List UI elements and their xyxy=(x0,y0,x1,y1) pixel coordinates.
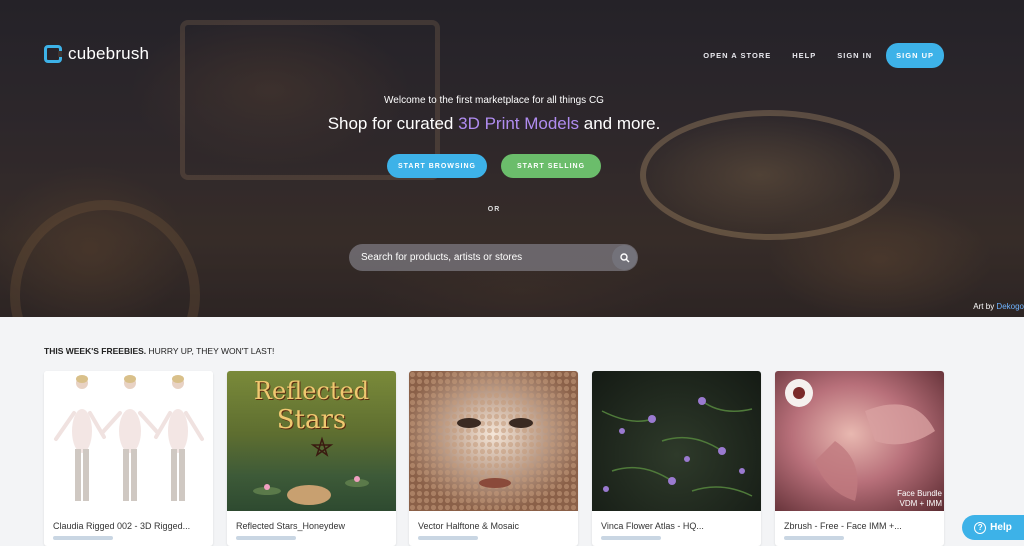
open-store-link[interactable]: OPEN A STORE xyxy=(703,51,771,60)
sign-in-link[interactable]: SIGN IN xyxy=(837,51,872,60)
headline-pre: Shop for curated xyxy=(327,114,459,133)
top-nav: OPEN A STORE HELP SIGN IN SIGN UP xyxy=(682,43,944,68)
product-author[interactable] xyxy=(236,536,296,540)
product-author[interactable] xyxy=(601,536,661,540)
credit-prefix: Art by xyxy=(973,302,997,311)
start-browsing-button[interactable]: START BROWSING xyxy=(387,154,487,178)
hero-headline: Shop for curated 3D Print Models and mor… xyxy=(0,114,988,134)
help-label: Help xyxy=(990,522,1012,533)
product-author[interactable] xyxy=(784,536,844,540)
product-thumbnail[interactable]: Reflected Stars xyxy=(227,371,396,511)
art-credit: Art by Dekogo xyxy=(973,302,1024,311)
product-card[interactable]: Face Bundle VDM + IMM Zbrush - Free - Fa… xyxy=(775,371,944,546)
credit-artist-link[interactable]: Dekogo xyxy=(996,302,1024,311)
product-thumbnail[interactable] xyxy=(409,371,578,511)
overlay-line2: VDM + IMM xyxy=(899,499,942,508)
or-divider: OR xyxy=(487,206,501,213)
brand-logo[interactable]: cubebrush xyxy=(44,44,149,64)
start-selling-button[interactable]: START SELLING xyxy=(501,154,601,178)
cube-logo-icon xyxy=(44,45,62,63)
search-icon xyxy=(619,252,629,262)
freebies-section: THIS WEEK'S FREEBIES. HURRY UP, THEY WON… xyxy=(0,317,1024,546)
search-input[interactable] xyxy=(349,244,609,271)
product-card[interactable]: Vector Halftone & Mosaic xyxy=(409,371,578,546)
product-title[interactable]: Zbrush - Free - Face IMM +... xyxy=(784,521,902,531)
help-link[interactable]: HELP xyxy=(792,51,816,60)
welcome-text: Welcome to the first marketplace for all… xyxy=(384,95,604,106)
search-bar xyxy=(349,244,638,271)
product-title[interactable]: Vinca Flower Atlas - HQ... xyxy=(601,521,704,531)
hero-banner: cubebrush OPEN A STORE HELP SIGN IN SIGN… xyxy=(0,0,1024,317)
product-title[interactable]: Claudia Rigged 002 - 3D Rigged... xyxy=(53,521,190,531)
section-title-rest: HURRY UP, THEY WON'T LAST! xyxy=(146,346,275,356)
headline-post: and more. xyxy=(579,114,661,133)
product-thumbnail[interactable]: Face Bundle VDM + IMM xyxy=(775,371,944,511)
product-card[interactable]: Vinca Flower Atlas - HQ... xyxy=(592,371,761,546)
headline-highlight[interactable]: 3D Print Models xyxy=(458,114,579,133)
section-title: THIS WEEK'S FREEBIES. HURRY UP, THEY WON… xyxy=(44,346,274,356)
help-widget-button[interactable]: ? Help xyxy=(962,515,1024,540)
product-card[interactable]: Reflected Stars Reflected Stars_Honeydew xyxy=(227,371,396,546)
product-thumbnail[interactable] xyxy=(44,371,213,511)
product-author[interactable] xyxy=(53,536,113,540)
question-icon: ? xyxy=(974,521,987,534)
section-title-bold: THIS WEEK'S FREEBIES. xyxy=(44,346,147,356)
overlay-line1: Face Bundle xyxy=(897,489,942,498)
product-thumbnail[interactable] xyxy=(592,371,761,511)
product-title[interactable]: Vector Halftone & Mosaic xyxy=(418,521,519,531)
brand-name: cubebrush xyxy=(68,44,150,63)
sign-up-button[interactable]: SIGN UP xyxy=(886,43,944,68)
product-author[interactable] xyxy=(418,536,478,540)
product-title[interactable]: Reflected Stars_Honeydew xyxy=(236,521,345,531)
product-card[interactable]: Claudia Rigged 002 - 3D Rigged... xyxy=(44,371,213,546)
search-button[interactable] xyxy=(612,245,637,270)
